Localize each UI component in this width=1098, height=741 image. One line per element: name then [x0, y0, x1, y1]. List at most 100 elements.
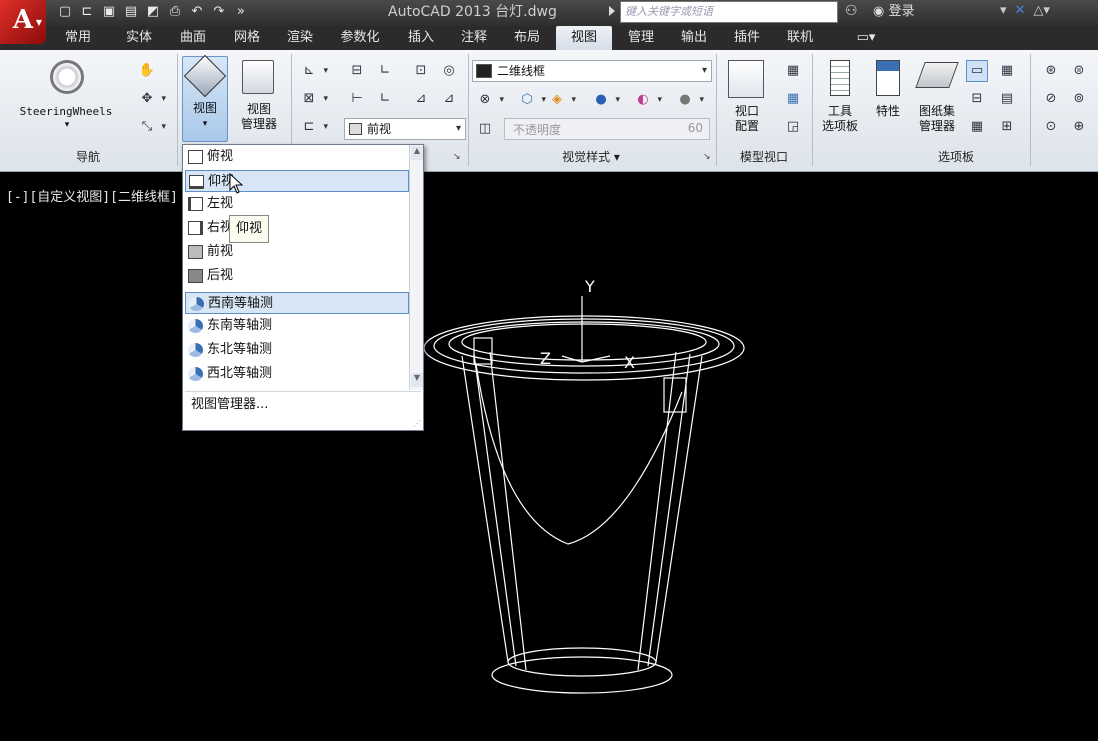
visual-styles-panel-label[interactable]: 视觉样式 ▾: [470, 146, 712, 168]
calculator-icon[interactable]: ▤: [996, 88, 1018, 110]
xray-icon[interactable]: ◫: [474, 118, 496, 140]
se-isometric-icon: [188, 319, 203, 333]
tab-online[interactable]: 联机: [777, 26, 823, 50]
visual-style-combo[interactable]: 二维线框: [472, 60, 712, 82]
more-icon[interactable]: »: [232, 3, 250, 21]
ucs-view-icon[interactable]: ⊡: [410, 60, 432, 82]
user-interface-icon[interactable]: ⊜: [1068, 60, 1090, 82]
dd-item-se-iso[interactable]: 东南等轴测: [185, 315, 409, 337]
open-icon[interactable]: ⊏: [78, 3, 96, 21]
search-expand-icon[interactable]: [609, 6, 615, 16]
dd-item-right[interactable]: 右视: [185, 217, 409, 239]
ucs-3point-icon[interactable]: ⊿: [410, 88, 432, 110]
tab-annotate[interactable]: 注释: [451, 26, 497, 50]
material-icon[interactable]: ◐: [632, 89, 662, 111]
exchange-icon[interactable]: ✕: [1015, 3, 1026, 18]
new-icon[interactable]: ▢: [56, 3, 74, 21]
coordinates-dialog-launcher[interactable]: ↘: [453, 152, 461, 162]
tile-icon[interactable]: ⊕: [1068, 116, 1090, 138]
save-icon[interactable]: ▣: [100, 3, 118, 21]
tool-palettes-button[interactable]: 工具 选项板: [816, 58, 864, 142]
tab-output[interactable]: 输出: [671, 26, 717, 50]
tab-mesh[interactable]: 网格: [224, 26, 270, 50]
search-input[interactable]: [620, 1, 838, 23]
orbit-icon[interactable]: ✥: [136, 88, 166, 110]
dd-item-bottom[interactable]: 仰视: [185, 170, 409, 192]
sphere-icon[interactable]: ●: [674, 89, 704, 111]
tab-surface[interactable]: 曲面: [170, 26, 216, 50]
lamp-wireframe-drawing: Y Z X: [423, 277, 745, 694]
undo-icon[interactable]: ↶: [188, 3, 206, 21]
shadow-icon[interactable]: ◈: [546, 89, 576, 111]
restore-viewports-icon[interactable]: ◲: [782, 116, 804, 138]
sheet-set-manager-button[interactable]: 图纸集 管理器: [912, 58, 962, 142]
ucs-x-icon[interactable]: ⊠: [298, 88, 328, 110]
tab-render[interactable]: 渲染: [277, 26, 323, 50]
dropdown-scrollbar[interactable]: ▲ ▼: [409, 145, 423, 390]
ucs-face-icon[interactable]: ⊿: [438, 88, 460, 110]
tab-view[interactable]: 视图: [556, 26, 612, 50]
tab-plugins[interactable]: 插件: [724, 26, 770, 50]
command-line-icon[interactable]: ▭: [966, 60, 988, 82]
properties-button[interactable]: 特性: [868, 58, 908, 142]
dd-item-front[interactable]: 前视: [185, 241, 409, 263]
help-icon[interactable]: △▾: [1033, 3, 1050, 18]
dd-item-ne-iso[interactable]: 东北等轴测: [185, 339, 409, 361]
ucs-previous-icon[interactable]: ⊢: [346, 88, 368, 110]
tab-manage[interactable]: 管理: [618, 26, 664, 50]
view-button[interactable]: 视图 ▾: [182, 54, 228, 142]
ucs-zaxis-icon[interactable]: ∟: [374, 88, 396, 110]
opacity-slider[interactable]: 不透明度 60: [504, 118, 710, 140]
dd-item-nw-iso[interactable]: 西北等轴测: [185, 363, 409, 385]
named-viewports-icon[interactable]: ▦: [782, 60, 804, 82]
join-viewports-icon[interactable]: ▦: [782, 88, 804, 110]
quickcalc-icon[interactable]: ▦: [996, 60, 1018, 82]
axis-z-label: Z: [540, 349, 551, 368]
view-manager-button[interactable]: 视图 管理器: [234, 58, 284, 142]
design-center-icon[interactable]: ▦: [966, 116, 988, 138]
dbconnect-icon[interactable]: ⊞: [996, 116, 1018, 138]
application-menu-button[interactable]: A ▼: [0, 0, 46, 44]
zoom-extents-icon[interactable]: ⤡: [136, 116, 166, 138]
lighting-icon[interactable]: ●: [590, 89, 620, 111]
dd-view-manager-item[interactable]: 视图管理器...: [191, 395, 268, 415]
ucs-icon[interactable]: ⊾: [298, 60, 328, 82]
login-button[interactable]: ◉ 登录: [873, 2, 915, 22]
ucs-globe-icon[interactable]: ◎: [438, 60, 460, 82]
plot-icon[interactable]: ◩: [144, 3, 162, 21]
toolbar-icon[interactable]: ⊙: [1040, 116, 1062, 138]
tab-parametric[interactable]: 参数化: [331, 26, 389, 50]
scroll-down-icon[interactable]: ▼: [411, 373, 423, 387]
dd-item-left[interactable]: 左视: [185, 193, 409, 215]
dd-item-top[interactable]: 俯视: [185, 146, 409, 168]
dd-item-sw-iso[interactable]: 西南等轴测: [185, 292, 409, 314]
print-icon[interactable]: ⎙: [166, 3, 184, 21]
visual-styles-dialog-launcher[interactable]: ↘: [703, 152, 711, 162]
customize-icon[interactable]: ⊚: [1068, 88, 1090, 110]
tab-layout[interactable]: 布局: [504, 26, 550, 50]
tab-solid[interactable]: 实体: [116, 26, 162, 50]
dd-item-back[interactable]: 后视: [185, 265, 409, 287]
tab-home[interactable]: 常用: [55, 26, 101, 50]
tool-palette-icon[interactable]: ⊘: [1040, 88, 1062, 110]
ucs-origin-icon[interactable]: ∟: [374, 60, 396, 82]
viewport-config-button[interactable]: 视口 配置: [722, 58, 772, 142]
scroll-up-icon[interactable]: ▲: [411, 146, 423, 160]
edge-effects-icon[interactable]: ⊗: [474, 89, 504, 111]
view-combo[interactable]: 前视: [344, 118, 466, 140]
tab-options-button[interactable]: ▭▾: [848, 26, 884, 50]
redo-icon[interactable]: ↷: [210, 3, 228, 21]
steeringwheels-button[interactable]: SteeringWheels ▾: [10, 58, 122, 134]
lock-ui-icon[interactable]: ⊛: [1040, 60, 1062, 82]
binoculars-icon[interactable]: ⚇: [845, 3, 858, 19]
ucs-named-icon[interactable]: ⊏: [298, 116, 328, 138]
title-right-tools: ▾ ✕ △▾: [1000, 3, 1050, 18]
markup-icon[interactable]: ⊟: [966, 88, 988, 110]
ucs-world-icon[interactable]: ⊟: [346, 60, 368, 82]
resize-grip-icon[interactable]: ⋰: [413, 419, 421, 428]
face-style-icon[interactable]: ⬡: [516, 89, 546, 111]
tab-insert[interactable]: 插入: [398, 26, 444, 50]
dropdown-icon[interactable]: ▾: [1000, 3, 1007, 18]
save-as-icon[interactable]: ▤: [122, 3, 140, 21]
pan-icon[interactable]: ✋: [136, 60, 158, 82]
